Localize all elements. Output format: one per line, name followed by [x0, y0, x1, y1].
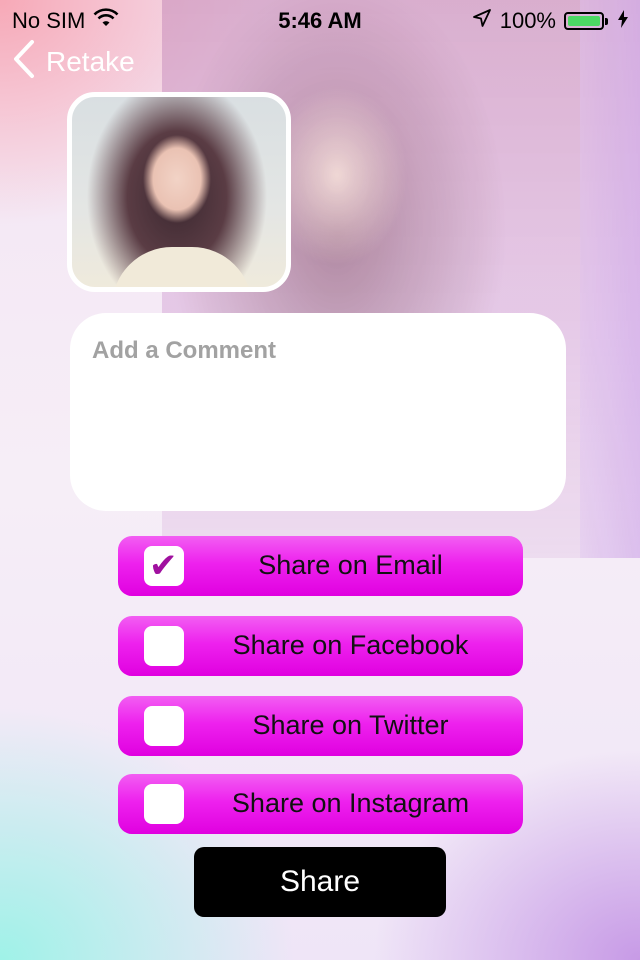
status-bar: No SIM 5:46 AM 100%	[0, 0, 640, 40]
location-arrow-icon	[472, 8, 492, 34]
share-email-label: Share on Email	[258, 550, 443, 580]
share-instagram-option[interactable]: Share on Instagram	[118, 774, 523, 834]
comment-input[interactable]: Add a Comment	[70, 313, 566, 511]
thumbnail-detail	[112, 247, 252, 287]
share-twitter-option[interactable]: Share on Twitter	[118, 696, 523, 756]
back-label: Retake	[46, 46, 135, 77]
chevron-left-icon	[12, 39, 36, 86]
charging-bolt-icon	[618, 8, 628, 34]
share-facebook-label: Share on Facebook	[232, 630, 469, 660]
share-twitter-label: Share on Twitter	[252, 710, 449, 740]
battery-icon	[564, 12, 608, 30]
share-button[interactable]: Share	[194, 847, 446, 917]
checkmark-icon: ✔	[149, 547, 178, 585]
battery-percent: 100%	[499, 8, 556, 33]
share-facebook-option[interactable]: Share on Facebook	[118, 616, 523, 676]
share-email-option[interactable]: ✔ Share on Email	[118, 536, 523, 596]
status-right: 100%	[472, 8, 628, 34]
comment-placeholder: Add a Comment	[92, 337, 277, 364]
retake-back-button[interactable]: Retake	[12, 39, 135, 86]
photo-thumbnail	[67, 92, 291, 292]
share-instagram-label: Share on Instagram	[231, 788, 470, 818]
